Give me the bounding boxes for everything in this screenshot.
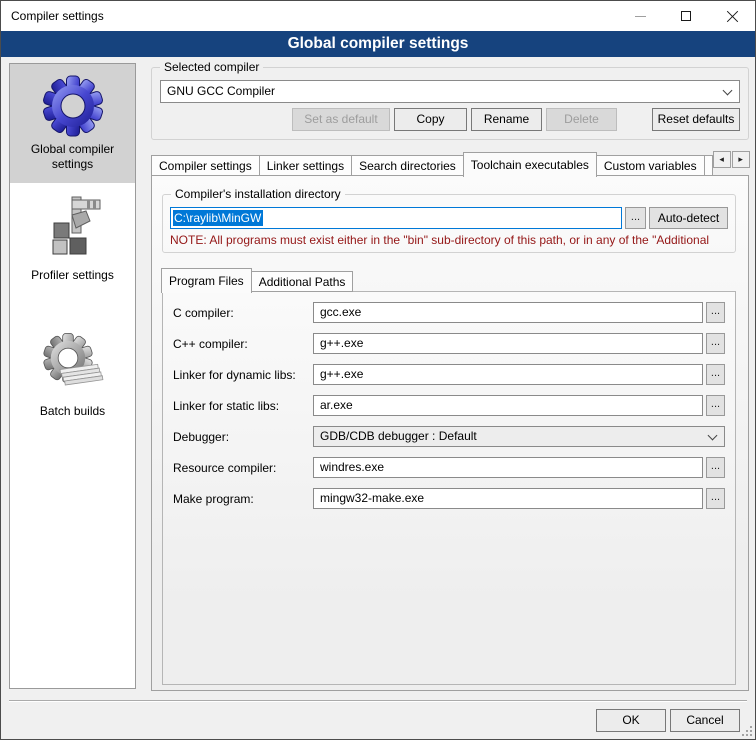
note-text: NOTE: All programs must exist either in …	[170, 233, 728, 247]
field-label: Debugger:	[173, 430, 313, 444]
compiler-select[interactable]: GNU GCC Compiler	[160, 80, 740, 103]
resize-grip[interactable]	[740, 724, 752, 736]
maximize-icon	[681, 11, 691, 21]
sidebar-item-global-compiler-settings[interactable]: Global compiler settings	[10, 64, 135, 183]
gray-gear-papers-icon	[41, 331, 105, 395]
compiler-select-value: GNU GCC Compiler	[167, 84, 275, 98]
browse-button[interactable]: ...	[706, 457, 725, 478]
chevron-down-icon	[708, 431, 718, 441]
tab-program-files[interactable]: Program Files	[161, 268, 252, 293]
installation-directory-row: C:\raylib\MinGW ... Auto-detect	[170, 207, 728, 229]
chevron-down-icon	[723, 86, 733, 96]
form-row-dynamic-linker: Linker for dynamic libs: g++.exe ...	[173, 364, 725, 385]
ok-button[interactable]: OK	[596, 709, 666, 732]
program-files-panel: C compiler: gcc.exe ... C++ compiler: g+…	[162, 291, 736, 685]
field-label: Linker for dynamic libs:	[173, 368, 313, 382]
footer-divider	[9, 700, 747, 701]
browse-button[interactable]: ...	[706, 395, 725, 416]
tab-linker-settings[interactable]: Linker settings	[260, 155, 352, 176]
copy-button[interactable]: Copy	[394, 108, 467, 131]
debugger-select-value: GDB/CDB debugger : Default	[320, 429, 477, 443]
field-label: Linker for static libs:	[173, 399, 313, 413]
main-panel: Selected compiler GNU GCC Compiler Set a…	[151, 59, 749, 691]
browse-button[interactable]: ...	[706, 488, 725, 509]
close-button[interactable]	[709, 1, 755, 31]
tab-custom-variables[interactable]: Custom variables	[597, 155, 705, 176]
settings-category-list: Global compiler settings Profiler settin…	[9, 63, 136, 689]
field-label: Make program:	[173, 492, 313, 506]
field-label: Resource compiler:	[173, 461, 313, 475]
sidebar-item-label: Profiler settings	[10, 268, 135, 283]
browse-button[interactable]: ...	[706, 333, 725, 354]
selected-compiler-group: Selected compiler GNU GCC Compiler Set a…	[151, 67, 749, 140]
group-label: Compiler's installation directory	[171, 187, 345, 202]
sidebar-item-label: Batch builds	[10, 404, 135, 419]
sidebar-item-batch-builds[interactable]: Batch builds	[10, 318, 135, 437]
compiler-settings-dialog: Compiler settings Global compiler settin…	[0, 0, 756, 740]
group-label: Selected compiler	[160, 60, 263, 75]
close-icon	[726, 10, 739, 23]
sidebar-item-profiler-settings[interactable]: Profiler settings	[10, 183, 135, 301]
browse-button[interactable]: ...	[706, 364, 725, 385]
form-row-make-program: Make program: mingw32-make.exe ...	[173, 488, 725, 509]
debugger-select[interactable]: GDB/CDB debugger : Default	[313, 426, 725, 447]
files-tab-bar: Program Files Additional Paths	[162, 267, 736, 292]
blue-gear-icon	[41, 73, 105, 137]
settings-tab-bar: Compiler settings Linker settings Search…	[151, 151, 749, 176]
spacer	[160, 108, 292, 131]
tab-scroll-right-button[interactable]: ▸	[732, 151, 750, 168]
field-label: C++ compiler:	[173, 337, 313, 351]
form-row-static-linker: Linker for static libs: ar.exe ...	[173, 395, 725, 416]
tab-toolchain-executables[interactable]: Toolchain executables	[463, 152, 597, 177]
page-title: Global compiler settings	[1, 31, 755, 57]
window-controls	[617, 1, 755, 31]
cancel-button[interactable]: Cancel	[670, 709, 740, 732]
sidebar-item-label: Global compiler settings	[10, 142, 135, 172]
window-title: Compiler settings	[1, 9, 104, 23]
selected-text: C:\raylib\MinGW	[173, 210, 263, 226]
c-compiler-input[interactable]: gcc.exe	[313, 302, 703, 323]
delete-button[interactable]: Delete	[546, 108, 617, 131]
make-program-input[interactable]: mingw32-make.exe	[313, 488, 703, 509]
tab-scroll-buttons: ◂ ▸	[713, 151, 750, 168]
dialog-buttons: OK Cancel	[596, 709, 740, 732]
resource-compiler-input[interactable]: windres.exe	[313, 457, 703, 478]
installation-directory-group: Compiler's installation directory C:\ray…	[162, 194, 736, 253]
minimize-icon	[635, 16, 646, 17]
toolchain-executables-page: Compiler's installation directory C:\ray…	[151, 175, 749, 691]
tab-scroll-left-button[interactable]: ◂	[713, 151, 731, 168]
form-row-debugger: Debugger: GDB/CDB debugger : Default	[173, 426, 725, 447]
tab-build-options-truncated[interactable]: Build options	[705, 155, 713, 176]
reset-defaults-button[interactable]: Reset defaults	[652, 108, 740, 131]
static-linker-input[interactable]: ar.exe	[313, 395, 703, 416]
form-row-cpp-compiler: C++ compiler: g++.exe ...	[173, 333, 725, 354]
set-as-default-button[interactable]: Set as default	[292, 108, 390, 131]
form-row-c-compiler: C compiler: gcc.exe ...	[173, 302, 725, 323]
compiler-buttons-row: Set as default Copy Rename Delete Reset …	[160, 108, 740, 131]
browse-directory-button[interactable]: ...	[625, 207, 646, 229]
auto-detect-button[interactable]: Auto-detect	[649, 207, 728, 229]
dynamic-linker-input[interactable]: g++.exe	[313, 364, 703, 385]
title-bar: Compiler settings	[1, 1, 755, 31]
minimize-button[interactable]	[617, 1, 663, 31]
field-label: C compiler:	[173, 306, 313, 320]
tab-additional-paths[interactable]: Additional Paths	[252, 271, 354, 292]
form-row-resource-compiler: Resource compiler: windres.exe ...	[173, 457, 725, 478]
maximize-button[interactable]	[663, 1, 709, 31]
caliper-blocks-icon	[41, 195, 105, 259]
tab-search-directories[interactable]: Search directories	[352, 155, 464, 176]
installation-directory-input[interactable]: C:\raylib\MinGW	[170, 207, 622, 229]
tab-compiler-settings[interactable]: Compiler settings	[151, 155, 260, 176]
rename-button[interactable]: Rename	[471, 108, 542, 131]
cpp-compiler-input[interactable]: g++.exe	[313, 333, 703, 354]
browse-button[interactable]: ...	[706, 302, 725, 323]
